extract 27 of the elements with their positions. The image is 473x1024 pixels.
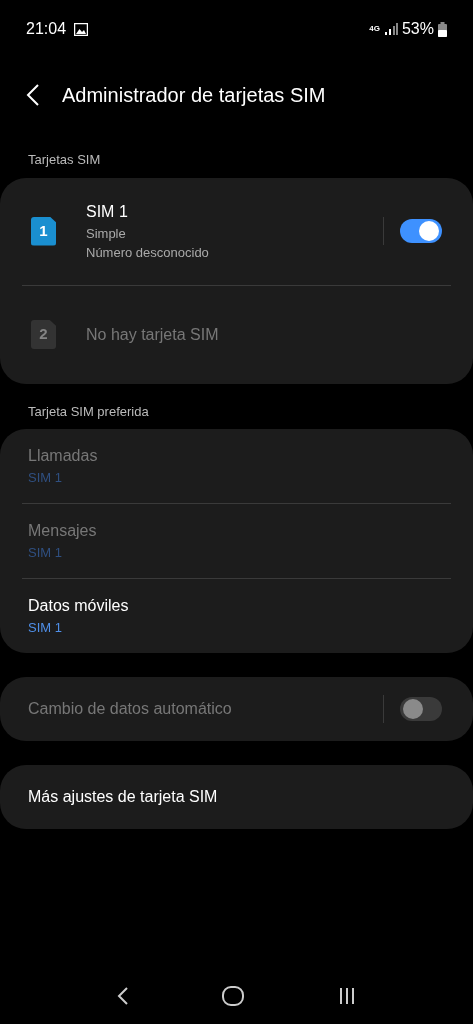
status-time: 21:04	[26, 19, 67, 39]
recents-icon[interactable]	[338, 987, 357, 1005]
back-nav-icon[interactable]	[116, 987, 129, 1005]
setting-title[interactable]: Datos móviles	[28, 594, 445, 619]
sim-card-icon: 1	[31, 216, 56, 246]
signal-icon	[383, 23, 398, 35]
back-icon[interactable]	[26, 83, 40, 107]
image-icon	[74, 22, 89, 36]
section-label: Tarjeta SIM preferida	[27, 402, 150, 421]
sim-name: No hay tarjeta SIM	[86, 324, 220, 345]
battery-percent: 53%	[401, 19, 434, 39]
sim-name: SIM 1	[86, 201, 129, 222]
battery-icon	[438, 21, 447, 37]
toggle-switch[interactable]	[400, 219, 442, 243]
home-icon[interactable]	[222, 986, 245, 1006]
setting-title: Cambio de datos automático	[28, 699, 232, 719]
setting-value: SIM 1	[28, 469, 63, 488]
setting-title: Más ajustes de tarjeta SIM	[28, 787, 218, 807]
page-title: Administrador de tarjetas SIM	[62, 83, 326, 108]
sim-detail: Número desconocido	[86, 244, 210, 262]
sim-card-icon: 2	[31, 320, 56, 349]
network-type: 4G	[369, 25, 380, 33]
setting-value: SIM 1	[28, 619, 63, 638]
setting-value: SIM 1	[28, 544, 63, 563]
section-label: Tarjetas SIM	[27, 151, 102, 169]
sim-detail: Simple	[86, 224, 127, 243]
more-settings-row[interactable]: Más ajustes de tarjeta SIM	[0, 765, 473, 829]
